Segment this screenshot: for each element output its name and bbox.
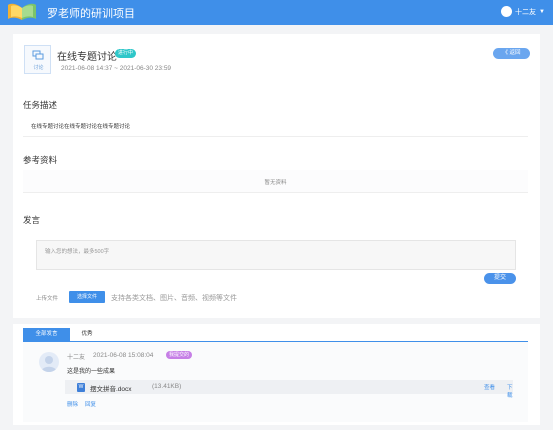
- upload-hint: 支持各类文档、图片、音频、视频等文件: [111, 295, 237, 302]
- post-content: 这是我的一些成果: [67, 369, 116, 375]
- page-title: 在线专题讨论: [57, 52, 117, 63]
- task-type-label: 讨论: [33, 65, 44, 71]
- book-logo-icon[interactable]: [6, 2, 38, 22]
- reply-link[interactable]: 回复: [85, 400, 96, 408]
- download-file-link[interactable]: 下载: [507, 383, 513, 399]
- section-title-speak: 发言: [23, 215, 41, 225]
- user-menu[interactable]: 十二友 ▼: [501, 6, 545, 17]
- choose-file-button[interactable]: 选择文件: [69, 291, 105, 303]
- back-button[interactable]: 《 返回: [493, 48, 530, 59]
- chevron-down-icon[interactable]: ▼: [539, 9, 545, 15]
- word-file-icon: W: [77, 383, 85, 392]
- tab-bar: 全部发言 优秀: [23, 328, 528, 343]
- task-card: 讨论 在线专题讨论 进行中 2021-06-08 14:37 ~ 2021-06…: [13, 34, 540, 425]
- tab-excellent[interactable]: 优秀: [75, 328, 99, 341]
- attachment-row: W 摆文拼音.docx (13.41KB) 查看 下载: [65, 380, 513, 399]
- user-name[interactable]: 十二友: [515, 7, 536, 17]
- app-title: 罗老师的研训项目: [47, 8, 135, 20]
- divider: [13, 318, 540, 324]
- description-box: 在线专题讨论在线专题讨论在线专题讨论: [23, 116, 528, 137]
- comment-input[interactable]: 输入您的想法，最多500字: [36, 240, 516, 270]
- references-box: 暂无资料: [23, 170, 528, 193]
- submit-button[interactable]: 提交: [484, 273, 516, 284]
- status-badge: 进行中: [115, 49, 137, 58]
- post-time: 2021-06-08 15:08:04: [93, 352, 154, 359]
- chat-icon: [32, 50, 44, 60]
- list-item: 十二友 2021-06-08 15:08:04 我提交的 这是我的一些成果 W …: [23, 342, 528, 422]
- file-name: 摆文拼音.docx: [90, 386, 132, 393]
- task-time-range: 2021-06-08 14:37 ~ 2021-06-30 23:59: [61, 65, 172, 72]
- upload-label: 上传文件: [36, 296, 59, 302]
- tab-all-posts[interactable]: 全部发言: [23, 328, 70, 341]
- discussion-task-icon: 讨论: [24, 45, 51, 74]
- my-submission-badge: 我提交的: [166, 351, 193, 359]
- avatar: [39, 352, 59, 372]
- description-text: 在线专题讨论在线专题讨论在线专题讨论: [31, 124, 131, 130]
- comment-placeholder: 输入您的想法，最多500字: [45, 249, 110, 255]
- section-title-description: 任务描述: [23, 100, 58, 110]
- view-file-link[interactable]: 查看: [484, 383, 495, 391]
- file-size: (13.41KB): [152, 383, 182, 390]
- section-title-references: 参考资料: [23, 155, 58, 165]
- avatar[interactable]: [501, 6, 513, 17]
- top-bar: 罗老师的研训项目 十二友 ▼: [0, 0, 553, 25]
- post-author: 十二友: [67, 355, 86, 361]
- delete-link[interactable]: 删除: [67, 400, 78, 408]
- user-icon: [41, 356, 57, 372]
- empty-references-text: 暂无资料: [264, 180, 287, 186]
